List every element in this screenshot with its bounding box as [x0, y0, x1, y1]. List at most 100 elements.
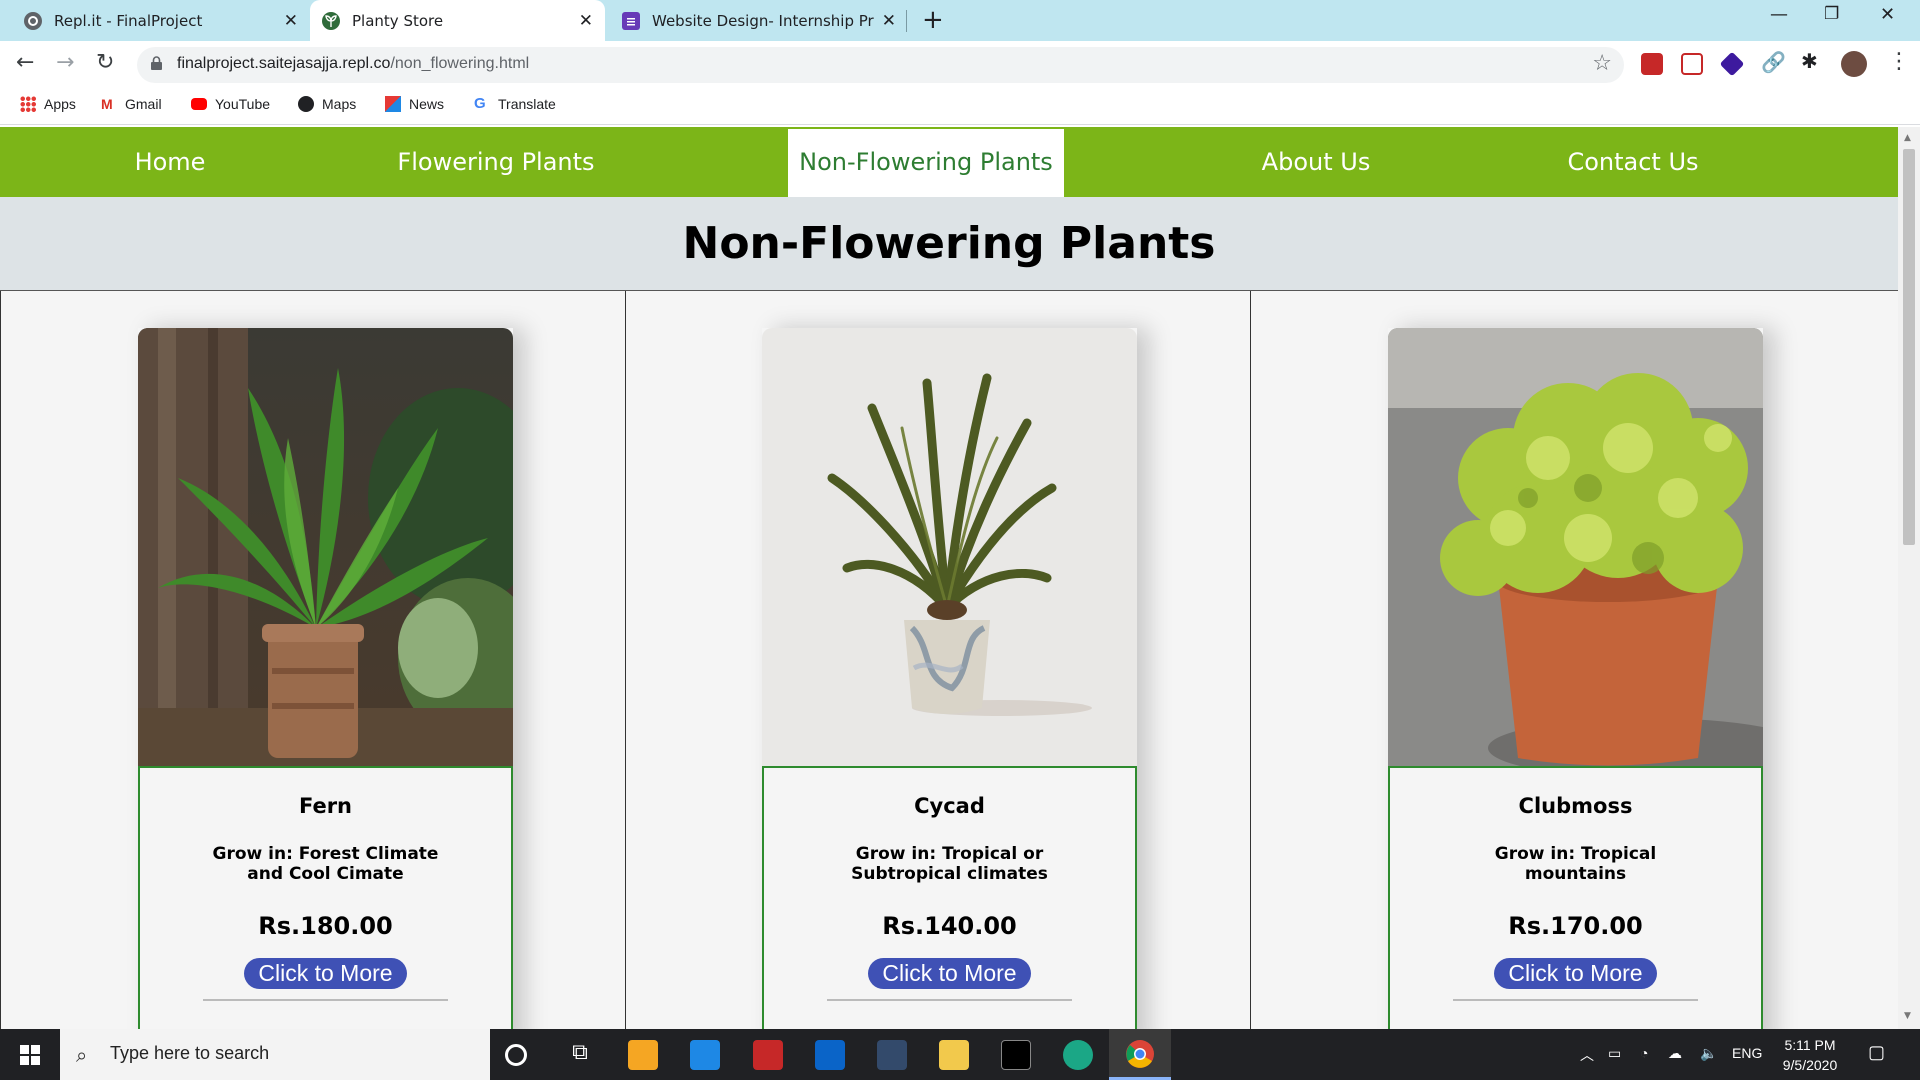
- product-card: Fern Grow in: Forest Climate and Cool Ci…: [138, 328, 513, 1029]
- plant-icon: [322, 11, 340, 30]
- link-extension-icon[interactable]: 🔗: [1761, 50, 1786, 74]
- bookmark-news[interactable]: News: [385, 96, 444, 112]
- product-name: Cycad: [914, 794, 985, 818]
- product-grow-info: Grow in: Forest Climate and Cool Cimate: [212, 844, 439, 884]
- scroll-up-icon[interactable]: ▲: [1904, 133, 1911, 143]
- windows-start-button[interactable]: [0, 1029, 60, 1080]
- scrollbar-thumb[interactable]: [1903, 149, 1915, 545]
- bookmark-label: Maps: [322, 96, 357, 112]
- replit-icon: [24, 11, 42, 30]
- clock-date: 9/5/2020: [1782, 1057, 1838, 1073]
- url-path: /non_flowering.html: [390, 55, 530, 72]
- mcafee-extension-icon[interactable]: [1641, 53, 1663, 75]
- cortana-icon[interactable]: [505, 1044, 527, 1066]
- product-info: Fern Grow in: Forest Climate and Cool Ci…: [138, 766, 513, 1029]
- forward-icon[interactable]: →: [56, 50, 74, 75]
- menu-icon[interactable]: ⋮: [1888, 49, 1910, 74]
- tab-planty-store[interactable]: Planty Store ✕: [310, 0, 605, 41]
- click-to-more-button[interactable]: Click to More: [244, 958, 407, 989]
- close-icon[interactable]: ✕: [284, 11, 298, 31]
- avatar[interactable]: [1841, 51, 1867, 77]
- battery-icon[interactable]: ▭: [1608, 1045, 1621, 1062]
- nav-contact-us[interactable]: Contact Us: [1553, 127, 1713, 197]
- edge-icon[interactable]: [1063, 1040, 1093, 1070]
- clock[interactable]: 5:11 PM 9/5/2020: [1770, 1035, 1850, 1075]
- page-title-banner: Non-Flowering Plants: [0, 197, 1898, 291]
- site-navbar: Home Flowering Plants Non-Flowering Plan…: [0, 127, 1898, 197]
- onedrive-icon[interactable]: ☁: [1668, 1045, 1682, 1062]
- taskbar: ⌕ Type here to search ⧉ ︿ ▭ ◔ ☁ 🔈 ENG 5:…: [0, 1029, 1920, 1080]
- click-to-more-button[interactable]: Click to More: [868, 958, 1031, 989]
- close-icon[interactable]: ✕: [579, 11, 593, 31]
- chrome-icon: [1126, 1040, 1154, 1068]
- close-icon[interactable]: ✕: [882, 11, 896, 31]
- nav-non-flowering-plants[interactable]: Non-Flowering Plants: [788, 129, 1064, 197]
- puzzle-icon[interactable]: ✱: [1801, 49, 1823, 73]
- tab-replit[interactable]: Repl.it - FinalProject ✕: [12, 0, 310, 41]
- youtube-icon: [191, 98, 207, 110]
- chrome-taskbar-button[interactable]: [1109, 1029, 1171, 1080]
- nav-home[interactable]: Home: [95, 127, 245, 197]
- minimize-icon[interactable]: —: [1770, 4, 1788, 25]
- wifi-icon[interactable]: ◔: [1640, 1045, 1648, 1061]
- product-card: Cycad Grow in: Tropical or Subtropical c…: [762, 328, 1137, 1029]
- app-icon[interactable]: [877, 1040, 907, 1070]
- file-explorer-icon[interactable]: [939, 1040, 969, 1070]
- outlook-icon[interactable]: [815, 1040, 845, 1070]
- notifications-icon[interactable]: ▢: [1868, 1042, 1885, 1063]
- bookmark-label: Gmail: [125, 96, 162, 112]
- product-info: Cycad Grow in: Tropical or Subtropical c…: [762, 766, 1137, 1029]
- show-hidden-icons[interactable]: ︿: [1580, 1045, 1594, 1065]
- tab-divider: [906, 10, 907, 32]
- bookmark-label: Translate: [498, 96, 556, 112]
- click-to-more-button[interactable]: Click to More: [1494, 958, 1657, 989]
- back-icon[interactable]: ←: [16, 50, 34, 75]
- lock-icon: [151, 56, 162, 70]
- product-name: Clubmoss: [1518, 794, 1633, 818]
- reload-icon[interactable]: ↻: [96, 50, 114, 75]
- tab-strip: Repl.it - FinalProject ✕ Planty Store ✕ …: [0, 0, 1920, 41]
- nav-flowering-plants[interactable]: Flowering Plants: [384, 127, 608, 197]
- product-price: Rs.170.00: [1508, 912, 1643, 940]
- window-close-icon[interactable]: ✕: [1880, 4, 1895, 25]
- bookmark-translate[interactable]: G Translate: [474, 96, 556, 113]
- tab-title: Website Design- Internship Proje: [652, 11, 874, 30]
- windows-logo-icon: [20, 1044, 40, 1065]
- pocket-extension-icon[interactable]: [1681, 53, 1703, 75]
- product-card: Clubmoss Grow in: Tropical mountains Rs.…: [1388, 328, 1763, 1029]
- bookmark-label: YouTube: [215, 96, 271, 112]
- scroll-down-icon[interactable]: ▼: [1904, 1011, 1911, 1021]
- bookmark-star-icon[interactable]: ☆: [1592, 51, 1612, 76]
- terminal-icon[interactable]: [1001, 1040, 1031, 1070]
- cycad-image: [762, 328, 1137, 766]
- bookmark-label: Apps: [44, 96, 76, 112]
- taskbar-search[interactable]: ⌕ Type here to search: [60, 1029, 490, 1080]
- volume-icon[interactable]: 🔈: [1700, 1045, 1717, 1062]
- apps-grid-icon: [20, 96, 36, 112]
- divider: [1453, 999, 1698, 1001]
- fern-image: [138, 328, 513, 766]
- restore-icon[interactable]: ❐: [1824, 4, 1839, 24]
- nav-about-us[interactable]: About Us: [1246, 127, 1386, 197]
- search-icon: ⌕: [76, 1043, 88, 1067]
- new-tab-button[interactable]: +: [922, 6, 944, 34]
- globe-icon: [298, 96, 314, 112]
- product-grow-info: Grow in: Tropical mountains: [1494, 844, 1657, 884]
- language-indicator[interactable]: ENG: [1732, 1045, 1762, 1061]
- bookmark-gmail[interactable]: M Gmail: [101, 96, 162, 112]
- store-icon[interactable]: [628, 1040, 658, 1070]
- divider: [827, 999, 1072, 1001]
- mcafee-icon[interactable]: [753, 1040, 783, 1070]
- page-viewport: Home Flowering Plants Non-Flowering Plan…: [0, 127, 1898, 1029]
- page-scrollbar[interactable]: ▲ ▼: [1898, 127, 1920, 1029]
- product-column: Fern Grow in: Forest Climate and Cool Ci…: [0, 291, 626, 1029]
- address-bar[interactable]: finalproject.saitejasajja.repl.co/non_fl…: [137, 47, 1624, 83]
- diamond-extension-icon[interactable]: [1719, 51, 1745, 77]
- mail-icon[interactable]: [690, 1040, 720, 1070]
- bookmark-maps[interactable]: Maps: [298, 96, 356, 112]
- bookmark-apps[interactable]: Apps: [20, 96, 76, 112]
- tab-website-design[interactable]: Website Design- Internship Proje ✕: [610, 0, 908, 41]
- task-view-icon[interactable]: ⧉: [565, 1040, 595, 1070]
- clock-time: 5:11 PM: [1784, 1037, 1836, 1053]
- bookmark-youtube[interactable]: YouTube: [191, 96, 270, 112]
